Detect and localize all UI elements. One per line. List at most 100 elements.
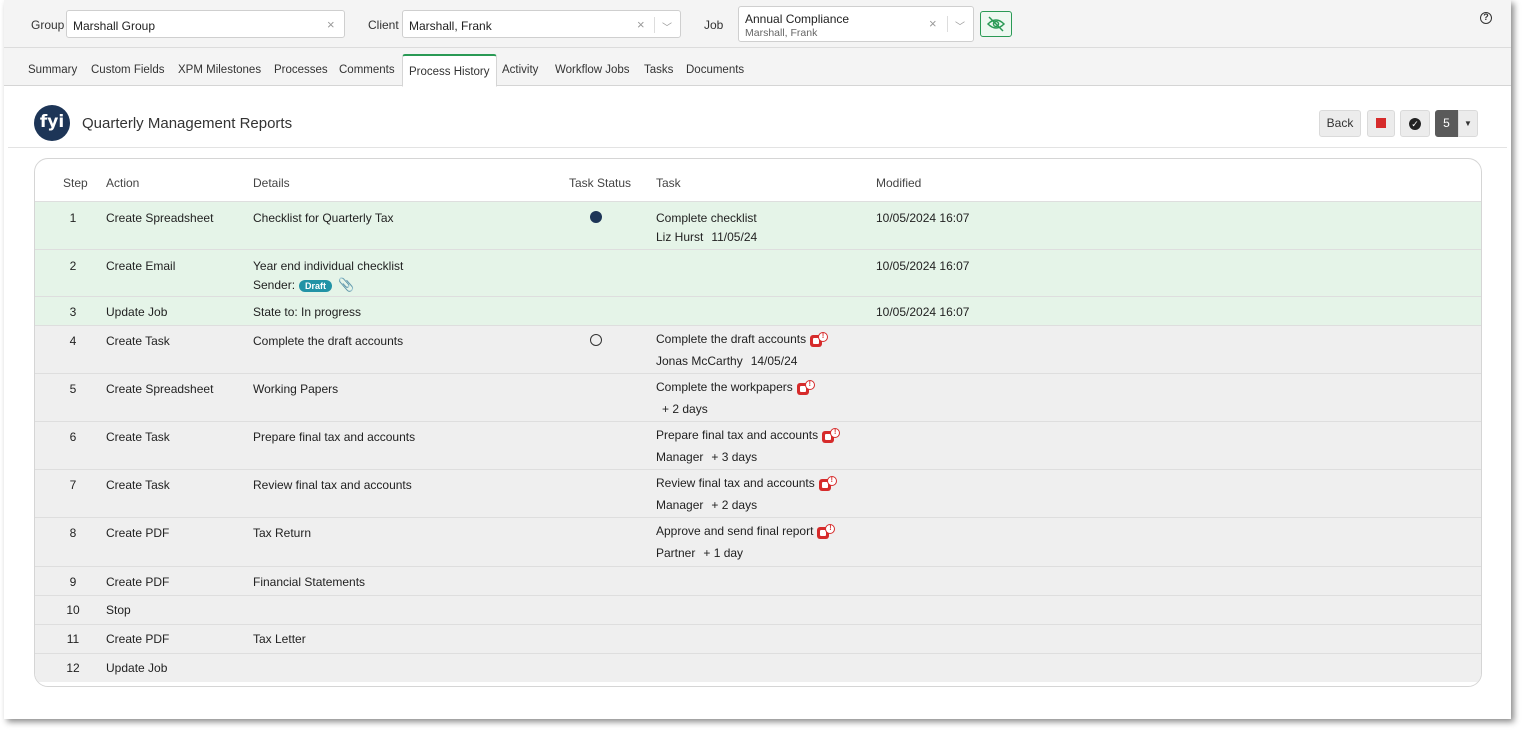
task-assignment: Partner + 1 day xyxy=(656,546,743,560)
tab-xpm-milestones[interactable]: XPM Milestones xyxy=(178,64,261,76)
action-cell: Create Email xyxy=(106,259,176,273)
action-cell: Create Spreadsheet xyxy=(106,211,214,225)
step-number: 3 xyxy=(69,305,77,319)
task-alert-icon[interactable]: ! xyxy=(817,524,836,540)
step-number: 11 xyxy=(66,632,80,646)
task-due: 11/05/24 xyxy=(711,230,758,244)
complete-button[interactable]: ✓ xyxy=(1400,110,1430,137)
table-row[interactable]: 5 Create Spreadsheet Working Papers Comp… xyxy=(35,373,1481,421)
table-row[interactable]: 7 Create Task Review final tax and accou… xyxy=(35,469,1481,517)
table-row[interactable]: 9 Create PDF Financial Statements xyxy=(35,566,1481,595)
table-row[interactable]: 2 Create Email Year end individual check… xyxy=(35,249,1481,296)
divider xyxy=(947,16,948,32)
task-name-cell[interactable]: Prepare final tax and accounts! xyxy=(656,428,841,444)
step-number: 7 xyxy=(69,478,77,492)
task-assignment: Manager + 3 days xyxy=(656,450,757,464)
paperclip-icon[interactable]: 📎 xyxy=(338,277,354,293)
action-cell: Create Task xyxy=(106,334,170,348)
step-number: 5 xyxy=(69,382,77,396)
step-number: 8 xyxy=(69,526,77,540)
table-row[interactable]: 6 Create Task Prepare final tax and acco… xyxy=(35,421,1481,469)
step-count-button[interactable]: 5 xyxy=(1435,110,1458,137)
task-name-cell[interactable]: Complete the workpapers! xyxy=(656,380,815,396)
table-row[interactable]: 8 Create PDF Tax Return Approve and send… xyxy=(35,517,1481,566)
task-name: Approve and send final report xyxy=(656,524,814,539)
job-label: Job xyxy=(704,18,724,32)
client-select[interactable]: Marshall, Frank × ﹀ xyxy=(402,10,681,38)
clear-icon[interactable]: × xyxy=(929,16,937,31)
check-circle-icon: ✓ xyxy=(1409,118,1421,130)
step-number: 9 xyxy=(69,575,77,589)
client-label: Client xyxy=(368,18,399,32)
help-icon[interactable]: ? xyxy=(1480,12,1492,24)
tab-bar: Summary Custom Fields XPM Milestones Pro… xyxy=(4,48,1511,87)
task-name: Review final tax and accounts xyxy=(656,476,815,491)
back-button[interactable]: Back xyxy=(1319,110,1361,137)
clear-icon[interactable]: × xyxy=(637,17,645,32)
task-assignment: Liz Hurst 11/05/24 xyxy=(656,230,757,244)
task-name-cell[interactable]: Review final tax and accounts! xyxy=(656,476,837,492)
tab-workflow-jobs[interactable]: Workflow Jobs xyxy=(555,64,630,76)
table-row[interactable]: 3 Update Job State to: In progress 10/05… xyxy=(35,296,1481,325)
process-history-table: Step Action Details Task Status Task Mod… xyxy=(34,158,1482,687)
task-alert-icon[interactable]: ! xyxy=(822,428,841,444)
task-name: Complete the draft accounts xyxy=(656,332,807,347)
task-name-cell[interactable]: Approve and send final report! xyxy=(656,524,836,540)
chevron-down-icon[interactable]: ﹀ xyxy=(662,19,672,34)
stop-button[interactable] xyxy=(1367,110,1395,137)
task-assignee: Manager xyxy=(656,498,704,512)
task-assignment: Jonas McCarthy 14/05/24 xyxy=(656,354,797,368)
column-header-details: Details xyxy=(253,176,290,190)
task-assignment: Manager + 2 days xyxy=(656,498,757,512)
tab-documents[interactable]: Documents xyxy=(686,64,744,76)
table-row[interactable]: 12 Update Job xyxy=(35,653,1481,682)
task-due: + 3 days xyxy=(711,450,758,464)
page-title: Quarterly Management Reports xyxy=(82,115,293,132)
task-assignee: Jonas McCarthy xyxy=(656,354,743,368)
step-number: 12 xyxy=(66,661,80,675)
action-cell: Create PDF xyxy=(106,575,170,589)
step-number: 1 xyxy=(69,211,77,225)
action-cell: Update Job xyxy=(106,305,168,319)
action-cell: Create PDF xyxy=(106,632,170,646)
column-header-task: Task xyxy=(656,176,681,190)
tab-process-history[interactable]: Process History xyxy=(402,54,497,87)
task-name[interactable]: Complete checklist xyxy=(656,211,757,225)
action-cell: Update Job xyxy=(106,661,168,675)
table-row[interactable]: 1 Create Spreadsheet Checklist for Quart… xyxy=(35,201,1481,249)
table-row[interactable]: 11 Create PDF Tax Letter xyxy=(35,624,1481,653)
step-number: 2 xyxy=(69,259,77,273)
task-assignee: Partner xyxy=(656,546,696,560)
task-name: Complete the workpapers xyxy=(656,380,793,395)
task-name-cell[interactable]: Complete the draft accounts! xyxy=(656,332,829,348)
column-header-modified: Modified xyxy=(876,176,922,190)
action-cell: Create Task xyxy=(106,478,170,492)
group-select[interactable]: Marshall Group × xyxy=(66,10,345,38)
tab-summary[interactable]: Summary xyxy=(28,64,77,76)
table-row[interactable]: 10 Stop xyxy=(35,595,1481,624)
details-cell: Financial Statements xyxy=(253,575,366,589)
action-cell: Create Task xyxy=(106,430,170,444)
tab-custom-fields[interactable]: Custom Fields xyxy=(91,64,165,76)
tab-tasks[interactable]: Tasks xyxy=(644,64,673,76)
task-alert-icon[interactable]: ! xyxy=(796,380,815,396)
tab-processes[interactable]: Processes xyxy=(274,64,328,76)
hide-toggle-button[interactable] xyxy=(980,11,1012,37)
stop-icon xyxy=(1376,118,1386,128)
task-alert-icon[interactable]: ! xyxy=(810,332,829,348)
clear-icon[interactable]: × xyxy=(327,17,335,32)
job-select[interactable]: Annual Compliance Marshall, Frank × ﹀ xyxy=(738,6,974,42)
task-alert-icon[interactable]: ! xyxy=(818,476,837,492)
draft-badge[interactable]: Draft xyxy=(299,279,333,292)
details-cell: Working Papers xyxy=(253,382,339,396)
chevron-down-icon[interactable]: ﹀ xyxy=(955,18,965,33)
details-cell: Prepare final tax and accounts xyxy=(253,430,416,444)
step-number: 10 xyxy=(66,603,80,617)
table-row[interactable]: 4 Create Task Complete the draft account… xyxy=(35,325,1481,373)
caret-down-icon[interactable]: ▼ xyxy=(1458,110,1478,137)
tab-comments[interactable]: Comments xyxy=(339,64,395,76)
divider xyxy=(8,147,1507,148)
details-cell: Checklist for Quarterly Tax xyxy=(253,211,394,225)
tab-activity[interactable]: Activity xyxy=(502,64,538,76)
details-cell: Tax Letter xyxy=(253,632,306,646)
